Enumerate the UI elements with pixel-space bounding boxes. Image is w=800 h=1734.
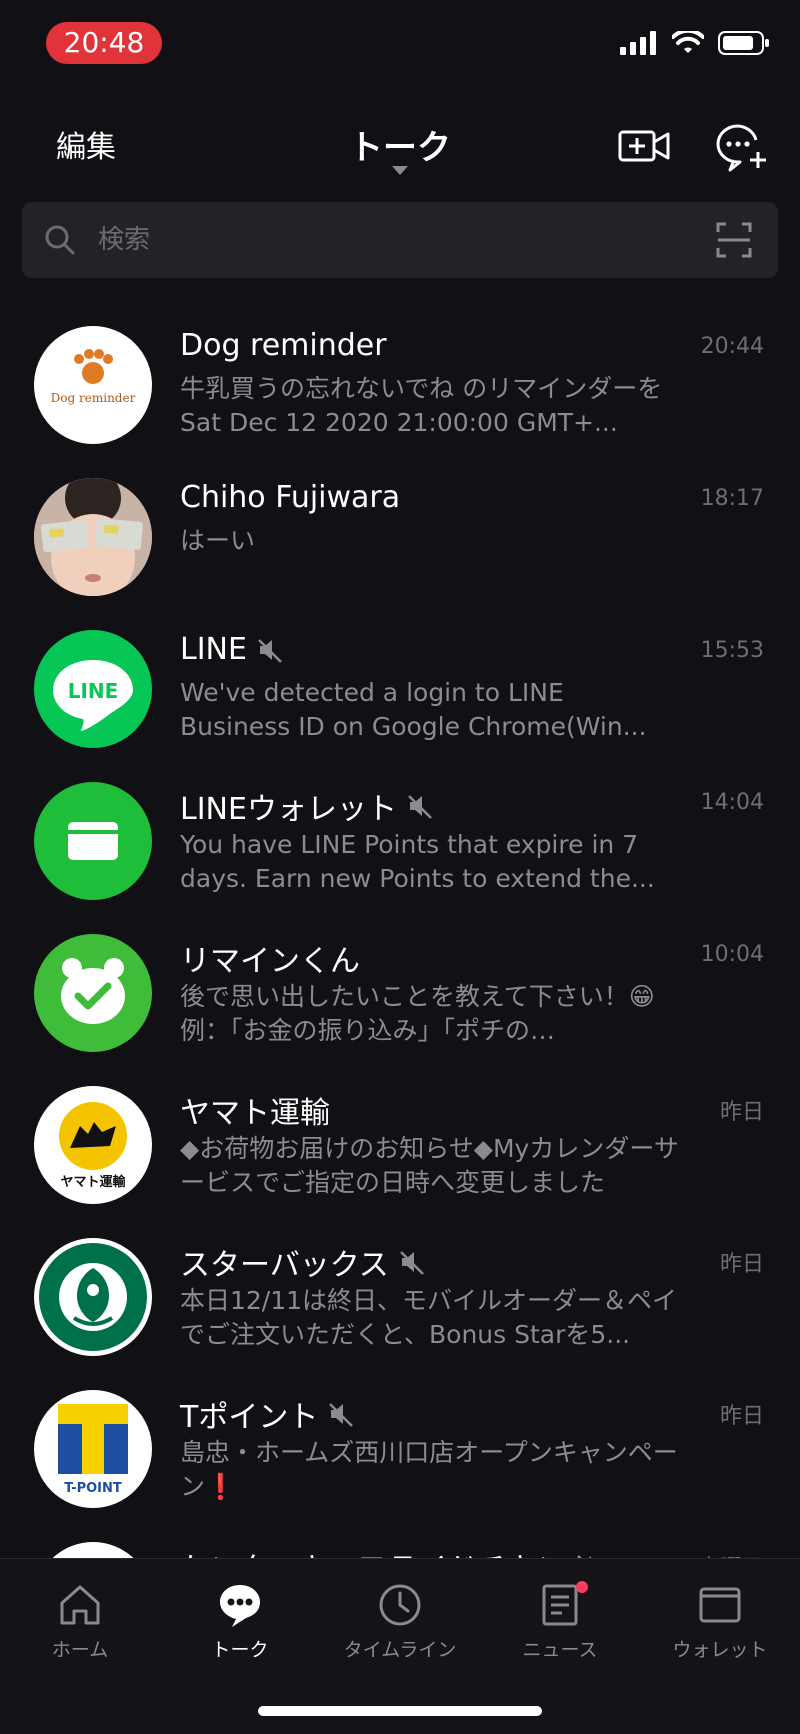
tab-home[interactable]: ホーム [10,1581,150,1662]
header: 編集 トーク [0,100,800,200]
chat-name-text: Chiho Fujiwara [180,480,401,515]
avatar: T-POINT [34,1390,152,1508]
mute-icon [408,795,432,819]
chat-preview: ◆お荷物お届けのお知らせ◆Myカレンダーサービスでご指定の日時へ変更しました [180,1134,679,1197]
tab-news[interactable]: ニュース [490,1581,630,1662]
status-bar: 20:48 [0,0,800,90]
video-call-icon[interactable] [616,118,672,174]
home-icon [60,1585,100,1625]
yamato-cat-icon: ヤマト運輸 [59,1102,127,1190]
chat-item-yamato[interactable]: ヤマト運輸 ヤマト運輸 昨日 ◆お荷物お届けのお知らせ◆Myカレンダーサービスで… [0,1070,800,1222]
line-logo-icon: LINE [53,660,133,731]
chat-item-line[interactable]: LINE LINE 15:53 We've detected a login t… [0,614,800,766]
tab-wallet[interactable]: ウォレット [650,1581,790,1662]
avatar: ヤマト運輸 [34,1086,152,1204]
chat-name: Chiho Fujiwara [180,480,400,515]
home-indicator[interactable] [258,1706,542,1716]
chat-item-line-wallet[interactable]: LINEウォレット 14:04 You have LINE Points tha… [0,766,800,918]
starbucks-logo-icon [39,1243,147,1351]
new-chat-icon[interactable] [712,118,768,174]
chat-name-text: スターバックス [180,1248,389,1283]
scan-icon[interactable] [716,222,752,258]
avatar-logo-text: T-POINT [64,1481,122,1496]
chat-item-remind-kun[interactable]: リマインくん 10:04 後で思い出したいことを教えて下さい！😁 例：「お金の振… [0,918,800,1070]
wifi-icon [672,31,704,53]
search-icon [45,225,75,255]
avatar [34,1238,152,1356]
wallet-icon [699,1587,741,1623]
chat-name: Dog reminder [180,328,387,363]
mute-icon [329,1403,354,1427]
chat-item-starbucks[interactable]: スターバックス 昨日 本日12/11は終日、モバイルオーダー＆ペイでご注文いただ… [0,1222,800,1374]
chat-item-dog-reminder[interactable]: Dog reminder Dog reminder 20:44 牛乳買うの忘れな… [0,310,800,462]
tab-timeline[interactable]: タイムライン [330,1581,470,1662]
page-title[interactable]: トーク [0,120,800,169]
chat-name-text: LINEウォレット [180,792,397,827]
wallet-logo-icon [68,822,118,860]
mute-icon [399,1251,424,1275]
chat-time: 20:44 [700,334,764,359]
avatar: Dog reminder [34,326,152,444]
chat-preview: 牛乳買うの忘れないでね のリマインダーを Sat Dec 12 2020 21:… [180,374,663,437]
chat-name: LINE [180,632,285,667]
tab-label: ホーム [51,1639,109,1661]
tpoint-logo-icon: T-POINT [58,1404,128,1496]
chat-preview: 後で思い出したいことを教えて下さい！😁 例：「お金の振り込み」「ポチの… [180,982,680,1045]
chat-name: ヤマト運輸 [180,1088,330,1132]
chat-preview: We've detected a login to LINE Business … [180,678,647,741]
avatar: LINE [34,630,152,748]
chat-time: 10:04 [700,942,764,967]
notification-badge [576,1581,588,1593]
battery-icon [718,31,769,55]
chat-name: スターバックス [180,1240,427,1284]
talk-icon [220,1585,260,1627]
chat-list: Dog reminder Dog reminder 20:44 牛乳買うの忘れな… [0,310,800,1678]
chat-name-text: Tポイント [180,1400,319,1435]
dog-paw-icon: Dog reminder [51,349,136,405]
clock-icon [379,1584,421,1626]
chat-time: 昨日 [719,1252,764,1277]
chat-preview: 本日12/11は終日、モバイルオーダー＆ペイでご注文いただくと、Bonus St… [180,1286,678,1349]
tab-label: ニュース [522,1639,598,1661]
avatar [34,934,152,1052]
reminder-check-icon [61,958,125,1024]
tab-label: ウォレット [672,1639,768,1661]
person-photo-icon [34,478,152,596]
chat-name-text: リマインくん [180,944,360,979]
chat-time: 昨日 [719,1100,764,1125]
tab-talk[interactable]: トーク [170,1581,310,1662]
chat-time: 14:04 [700,790,764,815]
mute-icon [258,638,282,663]
chat-name: リマインくん [180,936,360,980]
avatar [34,782,152,900]
status-icons [620,30,770,56]
chat-preview: はーい [180,526,256,555]
tab-label: タイムライン [343,1639,457,1661]
tab-label: トーク [211,1639,269,1661]
chat-name-text: Dog reminder [180,328,387,363]
chat-name: LINEウォレット [180,784,435,828]
avatar [34,478,152,596]
status-time: 20:48 [46,22,162,64]
avatar-logo-text: ヤマト運輸 [60,1174,126,1190]
chat-preview: You have LINE Points that expire in 7 da… [180,830,655,893]
chat-time: 15:53 [700,638,764,663]
chat-item-tpoint[interactable]: T-POINT Tポイント 昨日 島忠・ホームズ西川口店オープンキャンペーン❗ [0,1374,800,1526]
signal-icon [620,31,656,55]
title-dropdown-icon[interactable] [392,166,408,175]
chat-name: Tポイント [180,1392,356,1436]
chat-name-text: ヤマト運輸 [180,1096,330,1131]
search-bar[interactable] [22,202,778,278]
chat-item-chiho-fujiwara[interactable]: Chiho Fujiwara 18:17 はーい [0,462,800,614]
search-input[interactable] [98,220,658,260]
avatar-logo-text: LINE [68,679,119,703]
chat-time: 昨日 [719,1404,764,1429]
chat-name-text: LINE [180,632,247,667]
chat-time: 18:17 [700,486,764,511]
avatar-logo-text: Dog reminder [51,391,136,405]
chat-preview: 島忠・ホームズ西川口店オープンキャンペーン❗ [180,1438,678,1501]
